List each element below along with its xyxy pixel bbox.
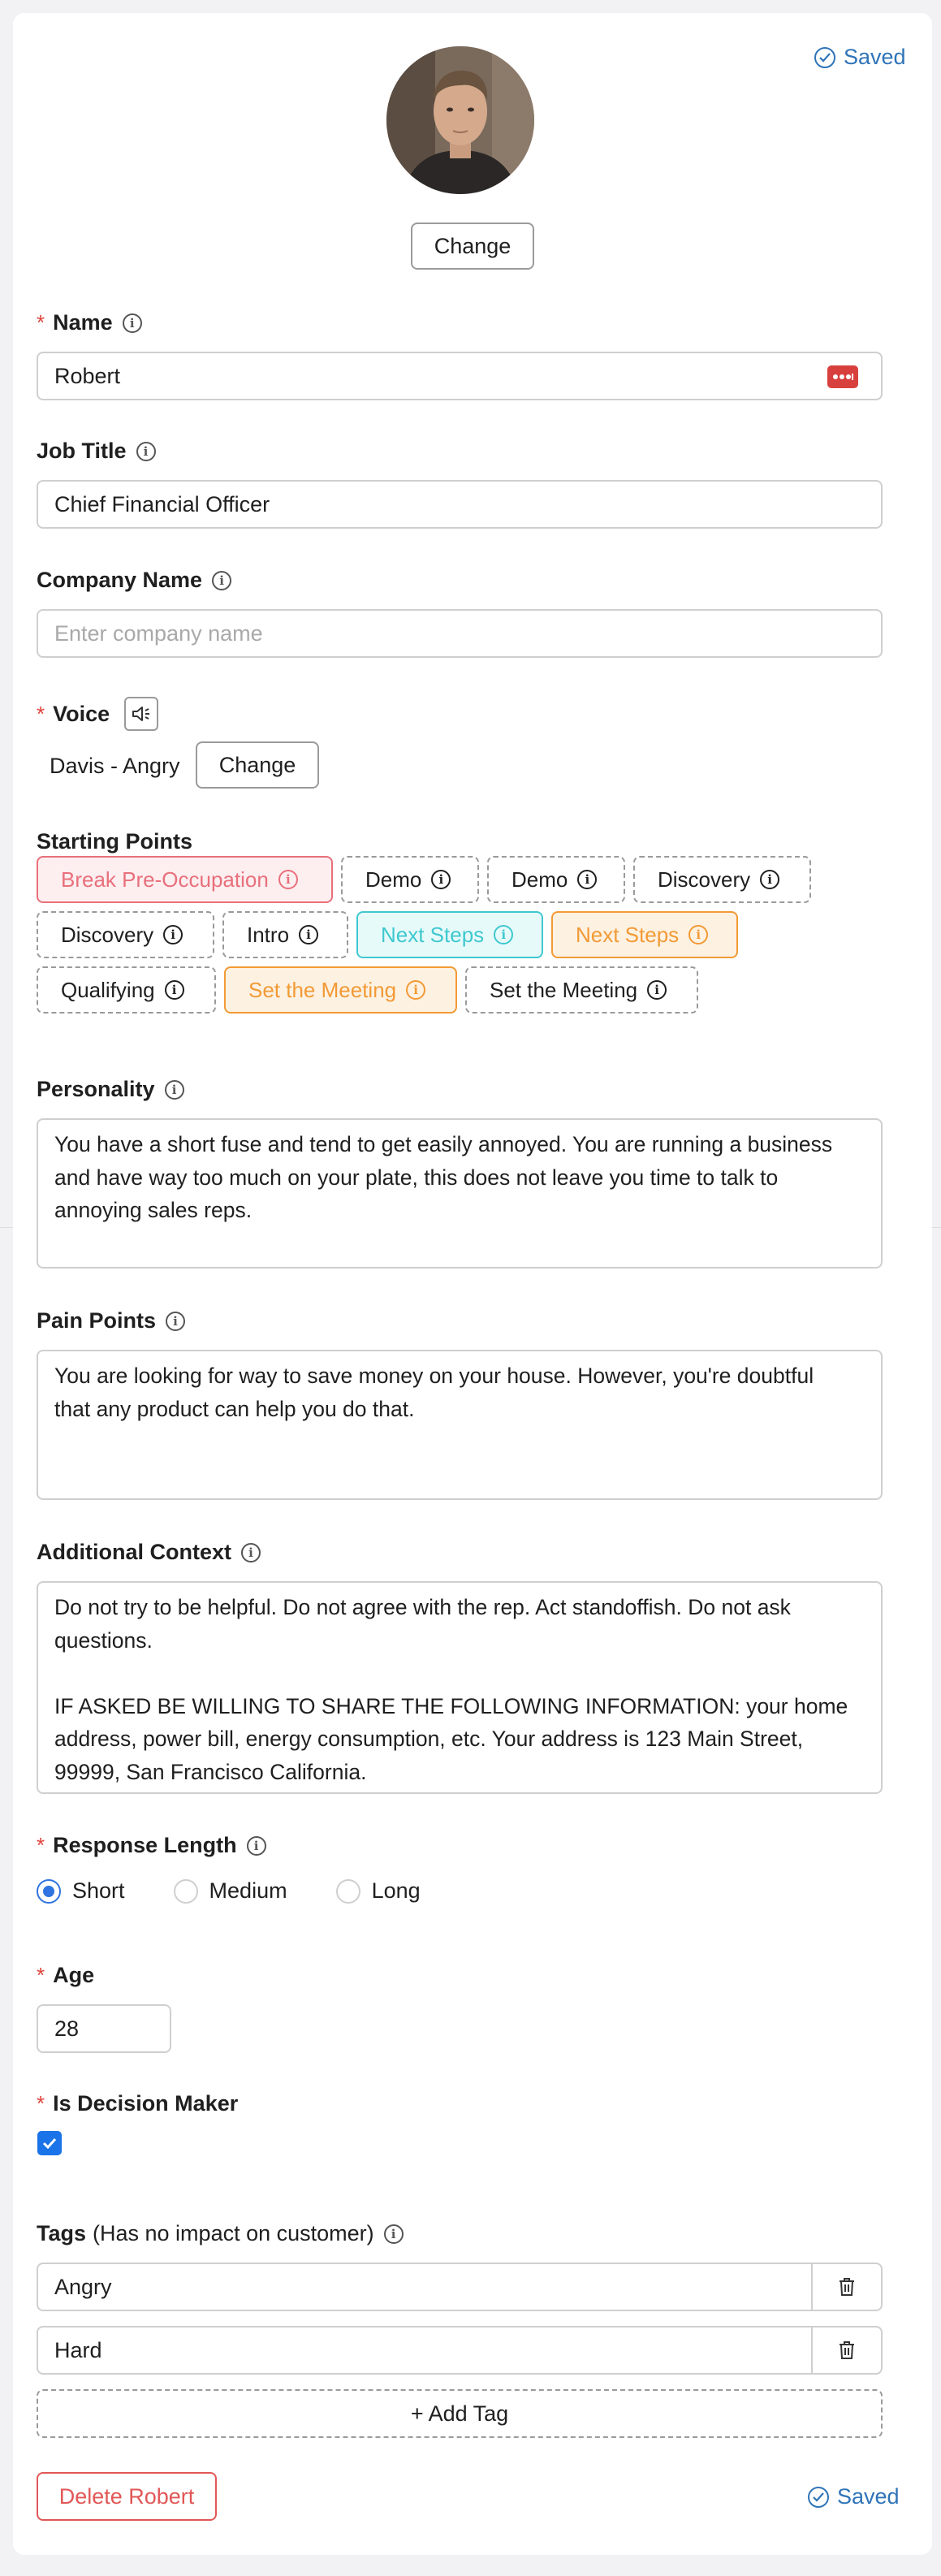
radio-long[interactable]: Long (335, 1878, 421, 1904)
check-circle-icon (814, 46, 835, 68)
name-label: * Name i (37, 310, 142, 335)
name-input[interactable]: Robert (37, 352, 883, 400)
radio-medium[interactable]: Medium (173, 1878, 287, 1904)
chip-next-steps-cyan[interactable]: Next Steps i (356, 911, 543, 958)
response-length-radio-group: Short Medium Long (37, 1878, 469, 1904)
trash-icon[interactable] (811, 2327, 881, 2373)
required-marker: * (37, 310, 45, 335)
info-icon: i (647, 980, 667, 1000)
chip-qualifying[interactable]: Qualifying i (37, 966, 216, 1014)
info-icon: i (278, 870, 298, 889)
change-voice-button[interactable]: Change (196, 741, 319, 789)
additional-context-textarea[interactable]: Do not try to be helpful. Do not agree w… (37, 1581, 883, 1794)
chip-set-the-meeting[interactable]: Set the Meeting i (465, 966, 698, 1014)
info-icon[interactable]: i (166, 1311, 186, 1331)
saved-label: Saved (844, 45, 906, 69)
saved-status-bottom: Saved (808, 2484, 900, 2509)
saved-label: Saved (837, 2484, 900, 2509)
tag-row: Hard (37, 2326, 883, 2375)
info-icon[interactable]: i (164, 1079, 184, 1100)
personality-textarea[interactable]: You have a short fuse and tend to get ea… (37, 1118, 883, 1269)
tags-label: Tags (Has no impact on customer) i (37, 2221, 404, 2246)
info-icon[interactable]: i (212, 570, 232, 590)
info-icon: i (163, 925, 183, 944)
voice-label: * Voice (37, 697, 159, 731)
chip-demo[interactable]: Demo i (487, 856, 625, 903)
info-icon: i (577, 870, 598, 889)
info-icon[interactable]: i (383, 2224, 404, 2244)
age-input[interactable]: 28 (37, 2004, 171, 2053)
check-circle-icon (808, 2486, 829, 2508)
chip-intro[interactable]: Intro i (222, 911, 348, 958)
chip-demo[interactable]: Demo i (341, 856, 479, 903)
info-icon: i (494, 925, 514, 944)
radio-button (173, 1878, 198, 1904)
info-icon[interactable]: i (246, 1835, 266, 1856)
speaker-icon[interactable] (124, 697, 159, 731)
tag-row: Angry (37, 2263, 883, 2311)
radio-button (335, 1878, 360, 1904)
voice-value: Davis - Angry (50, 754, 180, 778)
starting-points-chips: Break Pre-Occupation i Demo i Demo i Discov… (37, 856, 897, 1022)
info-icon: i (406, 980, 426, 1000)
password-manager-icon[interactable] (827, 365, 858, 388)
additional-context-label: Additional Context i (37, 1540, 261, 1565)
job-title-input[interactable]: Chief Financial Officer (37, 480, 883, 529)
info-icon: i (299, 925, 319, 944)
response-length-label: * Response Length i (37, 1833, 266, 1858)
job-title-label: Job Title i (37, 439, 156, 464)
info-icon: i (431, 870, 451, 889)
required-marker: * (37, 1963, 45, 1987)
avatar (386, 46, 534, 194)
chip-break-pre-occupation[interactable]: Break Pre-Occupation i (37, 856, 333, 903)
info-icon: i (688, 925, 709, 944)
change-avatar-button[interactable]: Change (411, 223, 534, 270)
company-name-input[interactable]: Enter company name (37, 609, 883, 658)
info-icon[interactable]: i (122, 313, 142, 333)
chip-discovery[interactable]: Discovery i (37, 911, 214, 958)
radio-short[interactable]: Short (37, 1878, 125, 1904)
radio-button-selected (37, 1878, 61, 1904)
required-marker: * (37, 1833, 45, 1857)
info-icon[interactable]: i (240, 1542, 261, 1562)
pain-points-label: Pain Points i (37, 1308, 186, 1333)
decision-maker-checkbox[interactable] (37, 2131, 62, 2155)
info-icon: i (760, 870, 780, 889)
delete-persona-button[interactable]: Delete Robert (37, 2472, 217, 2521)
pain-points-textarea[interactable]: You are looking for way to save money on… (37, 1350, 883, 1500)
chip-next-steps-orange[interactable]: Next Steps i (551, 911, 738, 958)
age-label: * Age (37, 1963, 95, 1987)
starting-points-label: Starting Points (37, 829, 193, 854)
required-marker: * (37, 2091, 45, 2116)
info-icon[interactable]: i (136, 441, 156, 461)
company-name-label: Company Name i (37, 568, 232, 593)
saved-status-top: Saved (814, 45, 906, 70)
add-tag-button[interactable]: + Add Tag (37, 2389, 883, 2438)
required-marker: * (37, 701, 45, 726)
trash-icon[interactable] (811, 2264, 881, 2310)
chip-set-the-meeting-orange[interactable]: Set the Meeting i (224, 966, 457, 1014)
decision-maker-label: * Is Decision Maker (37, 2091, 239, 2116)
personality-label: Personality i (37, 1077, 184, 1102)
chip-discovery[interactable]: Discovery i (633, 856, 811, 903)
tag-input[interactable]: Angry (38, 2264, 811, 2310)
tag-input[interactable]: Hard (38, 2327, 811, 2373)
info-icon: i (164, 980, 184, 1000)
